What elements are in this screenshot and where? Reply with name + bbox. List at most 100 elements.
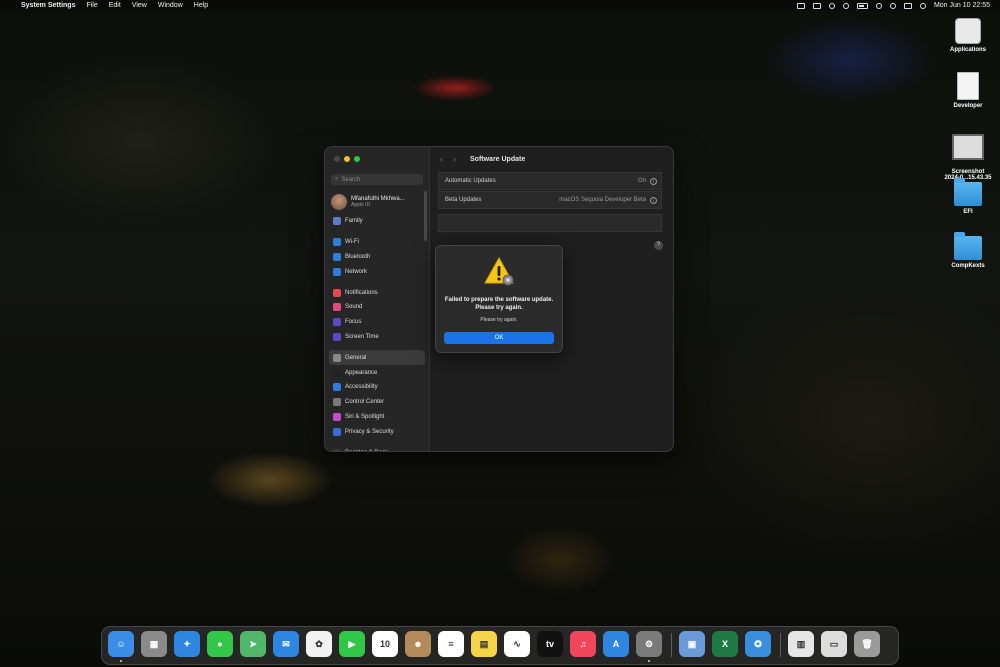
sidebar-item-bluetooth[interactable]: Bluetooth — [329, 250, 425, 265]
dock-screenshot-icon[interactable]: ▭ — [821, 631, 847, 657]
dock-glyph: ● — [217, 639, 223, 649]
dock-mail-icon[interactable]: ✉ — [273, 631, 299, 657]
sidebar-item-icon — [333, 368, 341, 377]
dock-system-settings-icon[interactable]: ⚙ — [636, 631, 662, 662]
dock-glyph: ▶ — [348, 638, 356, 649]
dock-safari-icon[interactable]: ✦ — [174, 631, 200, 657]
dock-calendar-icon[interactable]: 10 — [372, 631, 398, 657]
sidebar-item-siri-spotlight[interactable]: Siri & Spotlight — [329, 410, 425, 425]
dock-maps-icon[interactable]: ➤ — [240, 631, 266, 657]
sidebar-item-label: Sound — [345, 304, 363, 311]
help-button[interactable]: ? — [654, 241, 663, 250]
applications-icon — [955, 18, 981, 44]
sidebar-search-field[interactable]: ⌕ Search — [331, 174, 423, 185]
siri-icon[interactable] — [919, 2, 926, 9]
running-indicator — [648, 660, 650, 662]
sidebar-item-focus[interactable]: Focus — [329, 315, 425, 330]
sidebar-item-wi-fi[interactable]: Wi-Fi — [329, 235, 425, 250]
sidebar-item-label: General — [345, 354, 367, 361]
airdrop-icon[interactable] — [828, 2, 835, 9]
close-button[interactable] — [334, 156, 340, 162]
wifi-icon[interactable] — [875, 2, 882, 9]
sidebar-item-label: Screen Time — [345, 333, 379, 340]
dock-apple-tv-icon[interactable]: tv — [537, 631, 563, 657]
running-indicator — [120, 660, 122, 662]
menu-app-name[interactable]: System Settings — [21, 2, 75, 9]
nav-gap — [329, 229, 425, 235]
automatic-updates-row[interactable]: Automatic Updates On i — [438, 172, 662, 190]
desktop-icon-compkexts[interactable]: CompKexts — [936, 232, 1000, 269]
dock-messages-icon[interactable]: ● — [207, 631, 233, 657]
menu-help[interactable]: Help — [194, 2, 208, 9]
desktop-icon-label: Developer — [953, 103, 983, 109]
dock-trash-icon[interactable]: 🗑 — [854, 631, 880, 657]
info-icon[interactable]: i — [650, 196, 657, 204]
forward-chevron-icon[interactable]: › — [453, 154, 456, 164]
dock-finder-icon[interactable]: ☺ — [108, 631, 134, 662]
control-center-icon[interactable] — [903, 2, 912, 9]
dock-excel-icon[interactable]: X — [712, 631, 738, 657]
sidebar-item-accessibility[interactable]: Accessibility — [329, 380, 425, 395]
error-alert-dialog: Failed to prepare the software update. P… — [435, 245, 563, 353]
sidebar-item-control-center[interactable]: Control Center — [329, 395, 425, 410]
status-icon-1[interactable] — [796, 2, 805, 9]
sidebar-item-icon — [333, 288, 341, 297]
menu-file[interactable]: File — [86, 2, 97, 9]
dock-launchpad-icon[interactable]: ▦ — [141, 631, 167, 657]
dock-freeform-icon[interactable]: ∿ — [504, 631, 530, 657]
sidebar-item-general[interactable]: General — [329, 350, 425, 366]
row-value: On — [637, 178, 646, 184]
sidebar-item-network[interactable]: Network — [329, 264, 425, 279]
beta-updates-row[interactable]: Beta Updates macOS Sequoia Developer Bet… — [438, 191, 662, 209]
profile-subtitle: Apple ID — [351, 202, 371, 208]
dock-preview-icon[interactable]: ▣ — [679, 631, 705, 657]
menu-view[interactable]: View — [132, 2, 147, 9]
status-icon-2[interactable] — [812, 2, 821, 9]
dock-notes-icon[interactable]: ▤ — [471, 631, 497, 657]
battery-icon[interactable] — [856, 2, 868, 9]
dock-glyph: ▥ — [796, 638, 806, 649]
sidebar-item-label: Appearance — [345, 369, 378, 376]
sidebar-item-privacy-security[interactable]: Privacy & Security — [329, 424, 425, 439]
dock-music-icon[interactable]: ♫ — [570, 631, 596, 657]
dock-document-icon[interactable]: ▥ — [788, 631, 814, 657]
sidebar-item-family[interactable]: Family — [329, 214, 425, 229]
sidebar-item-label: Control Center — [345, 399, 385, 406]
dock-photos-icon[interactable]: ✿ — [306, 631, 332, 657]
desktop-icon-efi[interactable]: EFI — [936, 178, 1000, 215]
status-icon-3[interactable] — [842, 2, 849, 9]
sidebar-item-label: Network — [345, 268, 368, 275]
dock-contacts-icon[interactable]: ☻ — [405, 631, 431, 657]
back-chevron-icon[interactable]: ‹ — [440, 154, 443, 164]
dock-app-store-icon[interactable]: A — [603, 631, 629, 657]
menu-window[interactable]: Window — [158, 2, 183, 9]
info-icon[interactable]: i — [650, 177, 657, 185]
sidebar-item-appearance[interactable]: Appearance — [329, 365, 425, 380]
dock: ☺ ▦ ✦ ● ➤ ✉ ✿ ▶ 10 ☻ ≡ ▤ ∿ tv ♫ A ⚙ ▣ X ✪ ▥ ▭ 🗑 — [101, 626, 899, 665]
minimize-button[interactable] — [344, 156, 350, 162]
folder-icon — [954, 178, 982, 206]
apple-id-profile[interactable]: Mfanafuthi Mkhwa... Apple ID — [331, 192, 425, 212]
profile-text: Mfanafuthi Mkhwa... Apple ID — [351, 196, 405, 208]
desktop-icon-applications[interactable]: Applications — [936, 18, 1000, 53]
dock-glyph: ✉ — [282, 638, 290, 649]
sidebar-item-icon — [333, 412, 341, 421]
dock-reminders-icon[interactable]: ≡ — [438, 631, 464, 657]
search-icon[interactable] — [889, 2, 896, 9]
sidebar-item-label: Desktop & Dock — [345, 450, 388, 451]
sidebar-item-screen-time[interactable]: Screen Time — [329, 330, 425, 345]
menu-clock[interactable]: Mon Jun 10 22:55 — [934, 2, 990, 9]
sidebar-item-notifications[interactable]: Notifications — [329, 285, 425, 300]
dock-facetime-icon[interactable]: ▶ — [339, 631, 365, 657]
row-value: macOS Sequoia Developer Beta — [559, 197, 646, 203]
sidebar-item-desktop-dock[interactable]: Desktop & Dock — [329, 445, 425, 451]
sidebar-item-icon — [333, 383, 341, 392]
zoom-button[interactable] — [354, 156, 360, 162]
menu-edit[interactable]: Edit — [109, 2, 121, 9]
search-icon: ⌕ — [335, 176, 339, 182]
desktop-icon-screenshot[interactable]: Screenshot 2024-0...15.43.35 — [936, 128, 1000, 187]
ok-button[interactable]: OK — [444, 332, 554, 344]
sidebar-item-sound[interactable]: Sound — [329, 300, 425, 315]
dock-xcode-helper-icon[interactable]: ✪ — [745, 631, 771, 657]
desktop-icon-developer[interactable]: Developer — [936, 72, 1000, 109]
